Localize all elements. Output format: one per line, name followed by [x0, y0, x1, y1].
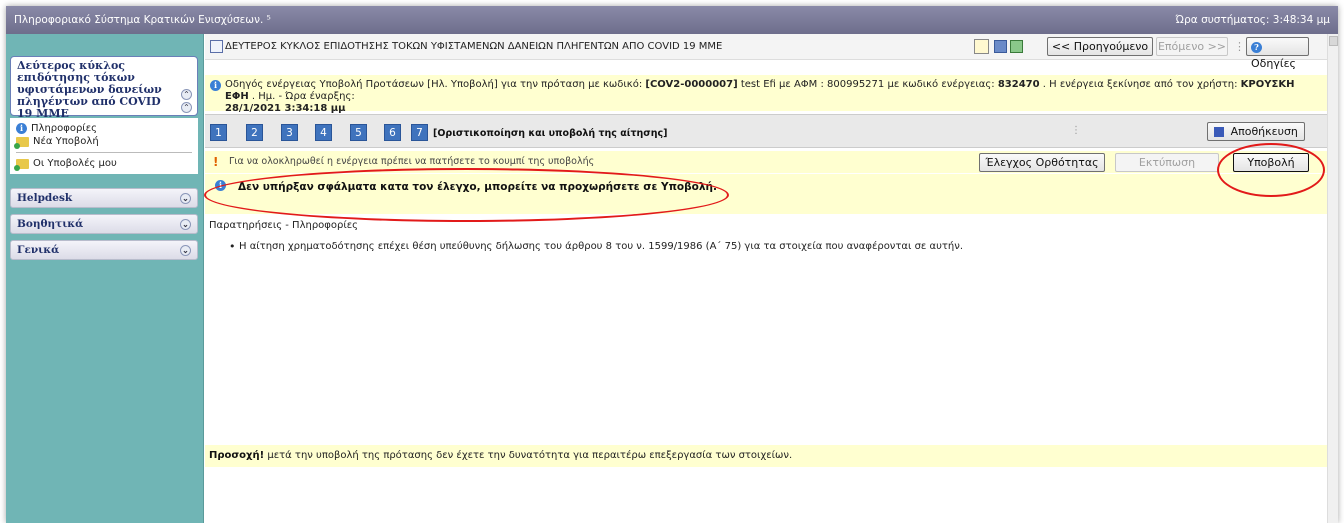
wizard-steps: 1 2 3 4 5 6 7 [Οριστικοποίηση και υποβολ…: [205, 114, 1327, 148]
step-7[interactable]: 7: [411, 124, 428, 141]
help-button[interactable]: ? Οδηγίες: [1246, 37, 1309, 70]
action-code: 832470: [997, 79, 1040, 90]
step-5[interactable]: 5: [350, 124, 367, 141]
annotation-oval: [1217, 143, 1325, 197]
new-folder-icon: [14, 136, 29, 149]
info-text: test Efi με ΑΦΜ : 800995271 με κωδικό εν…: [737, 79, 998, 90]
sidebar-item-info[interactable]: i Πληροφορίες: [16, 122, 192, 135]
save-icon: [1214, 127, 1225, 137]
sidebar-section-general[interactable]: Γενικά ⌄: [10, 240, 198, 260]
step-3[interactable]: 3: [281, 124, 298, 141]
info-text: . Ημ. - Ώρα έναρξης:: [248, 91, 355, 102]
page-title: ΔΕΥΤΕΡΟΣ ΚΥΚΛΟΣ ΕΠΙΔΟΤΗΣΗΣ ΤΟΚΩΝ ΥΦΙΣΤΑΜ…: [225, 41, 723, 52]
edit-icon[interactable]: [974, 39, 989, 54]
info-icon: i: [16, 123, 27, 134]
step-1[interactable]: 1: [210, 124, 227, 141]
folder-icon: [14, 158, 29, 171]
section-label: Βοηθητικά: [17, 218, 84, 230]
section-label: Helpdesk: [17, 192, 73, 204]
image-icon[interactable]: [1010, 40, 1023, 53]
annotation-oval: [204, 168, 729, 222]
next-button[interactable]: Επόμενο >>: [1156, 37, 1228, 56]
info-icon: i: [210, 80, 221, 91]
step-4[interactable]: 4: [315, 124, 332, 141]
sidebar-item-label: Οι Υποβολές μου: [33, 158, 117, 169]
save-label: Αποθήκευση: [1230, 125, 1298, 138]
save-button[interactable]: Αποθήκευση: [1207, 122, 1305, 141]
list-item: Η αίτηση χρηματοδότησης επέχει θέση υπεύ…: [229, 240, 963, 253]
sidebar-section-auxiliary[interactable]: Βοηθητικά ⌄: [10, 214, 198, 234]
sidebar-section-helpdesk[interactable]: Helpdesk ⌄: [10, 188, 198, 208]
step-6[interactable]: 6: [384, 124, 401, 141]
system-time: Ώρα συστήματος: 3:48:34 μμ: [1175, 14, 1330, 26]
chevron-down-icon[interactable]: ⌄: [180, 219, 191, 230]
caution-bar: Προσοχή! μετά την υποβολή της πρότασης δ…: [205, 445, 1327, 467]
main-content: ΔΕΥΤΕΡΟΣ ΚΥΚΛΟΣ ΕΠΙΔΟΤΗΣΗΣ ΤΟΚΩΝ ΥΦΙΣΤΑΜ…: [204, 34, 1327, 523]
page-header: ΔΕΥΤΕΡΟΣ ΚΥΚΛΟΣ ΕΠΙΔΟΤΗΣΗΣ ΤΟΚΩΝ ΥΦΙΣΤΑΜ…: [205, 34, 1327, 70]
step-2[interactable]: 2: [246, 124, 263, 141]
sidebar-panel-title: Δεύτερος κύκλος επιδότησης τόκων υφιστάμ…: [17, 59, 162, 120]
sidebar: Δεύτερος κύκλος επιδότησης τόκων υφιστάμ…: [6, 34, 204, 523]
vertical-scrollbar[interactable]: [1327, 34, 1338, 523]
chevron-down-icon[interactable]: ⌄: [180, 245, 191, 256]
warning-icon: !: [213, 155, 219, 169]
sidebar-item-my-submissions[interactable]: Οι Υποβολές μου: [14, 157, 192, 171]
proposal-code: [COV2-0000007]: [645, 79, 738, 90]
start-datetime: 28/1/2021 3:34:18 μμ: [225, 103, 346, 114]
current-step-label: [Οριστικοποίηση και υποβολή της αίτησης]: [433, 128, 668, 139]
divider: [16, 152, 192, 153]
sidebar-main-panel[interactable]: Δεύτερος κύκλος επιδότησης τόκων υφιστάμ…: [10, 56, 198, 120]
document-icon: [210, 40, 223, 53]
notes-title: Παρατηρήσεις - Πληροφορίες: [209, 220, 359, 231]
section-label: Γενικά: [17, 244, 60, 256]
scrollbar-thumb[interactable]: [1329, 36, 1338, 46]
chevron-up-icon[interactable]: ⌃: [181, 102, 192, 113]
action-info-bar: i Οδηγός ενέργειας Υποβολή Προτάσεων [Ηλ…: [205, 75, 1327, 114]
application-window: Πληροφοριακό Σύστημα Κρατικών Ενισχύσεων…: [6, 6, 1338, 523]
print-check-button[interactable]: Εκτύπωση Ελέγχου: [1115, 153, 1219, 186]
validity-check-button[interactable]: Έλεγχος Ορθότητας: [979, 153, 1105, 172]
help-icon: ?: [1251, 41, 1262, 53]
warning-text: Για να ολοκληρωθεί η ενέργεια πρέπει να …: [229, 156, 595, 167]
divider: ⋮: [1234, 40, 1245, 53]
sidebar-menu: i Πληροφορίες Νέα Υποβολή Οι Υποβολές μο…: [10, 118, 198, 174]
chevron-down-icon[interactable]: ⌄: [180, 193, 191, 204]
caution-label: Προσοχή!: [209, 450, 265, 461]
divider: ⋮: [1071, 125, 1081, 136]
top-bar: Πληροφοριακό Σύστημα Κρατικών Ενισχύσεων…: [6, 6, 1338, 34]
info-text: Οδηγός ενέργειας Υποβολή Προτάσεων [Ηλ. …: [225, 79, 646, 90]
caution-text: μετά την υποβολή της πρότασης δεν έχετε …: [264, 450, 793, 461]
help-label: Οδηγίες: [1251, 57, 1296, 70]
sidebar-item-label: Νέα Υποβολή: [33, 136, 99, 147]
sidebar-item-label: Πληροφορίες: [31, 123, 97, 134]
app-title: Πληροφοριακό Σύστημα Κρατικών Ενισχύσεων…: [14, 14, 271, 26]
info-text: . Η ενέργεια ξεκίνησε από τον χρήστη:: [1039, 79, 1241, 90]
sidebar-item-new-submission[interactable]: Νέα Υποβολή: [14, 135, 192, 149]
previous-button[interactable]: << Προηγούμενο: [1047, 37, 1153, 56]
calendar-icon[interactable]: [994, 40, 1007, 53]
chevron-up-icon[interactable]: ⌃: [181, 89, 192, 100]
